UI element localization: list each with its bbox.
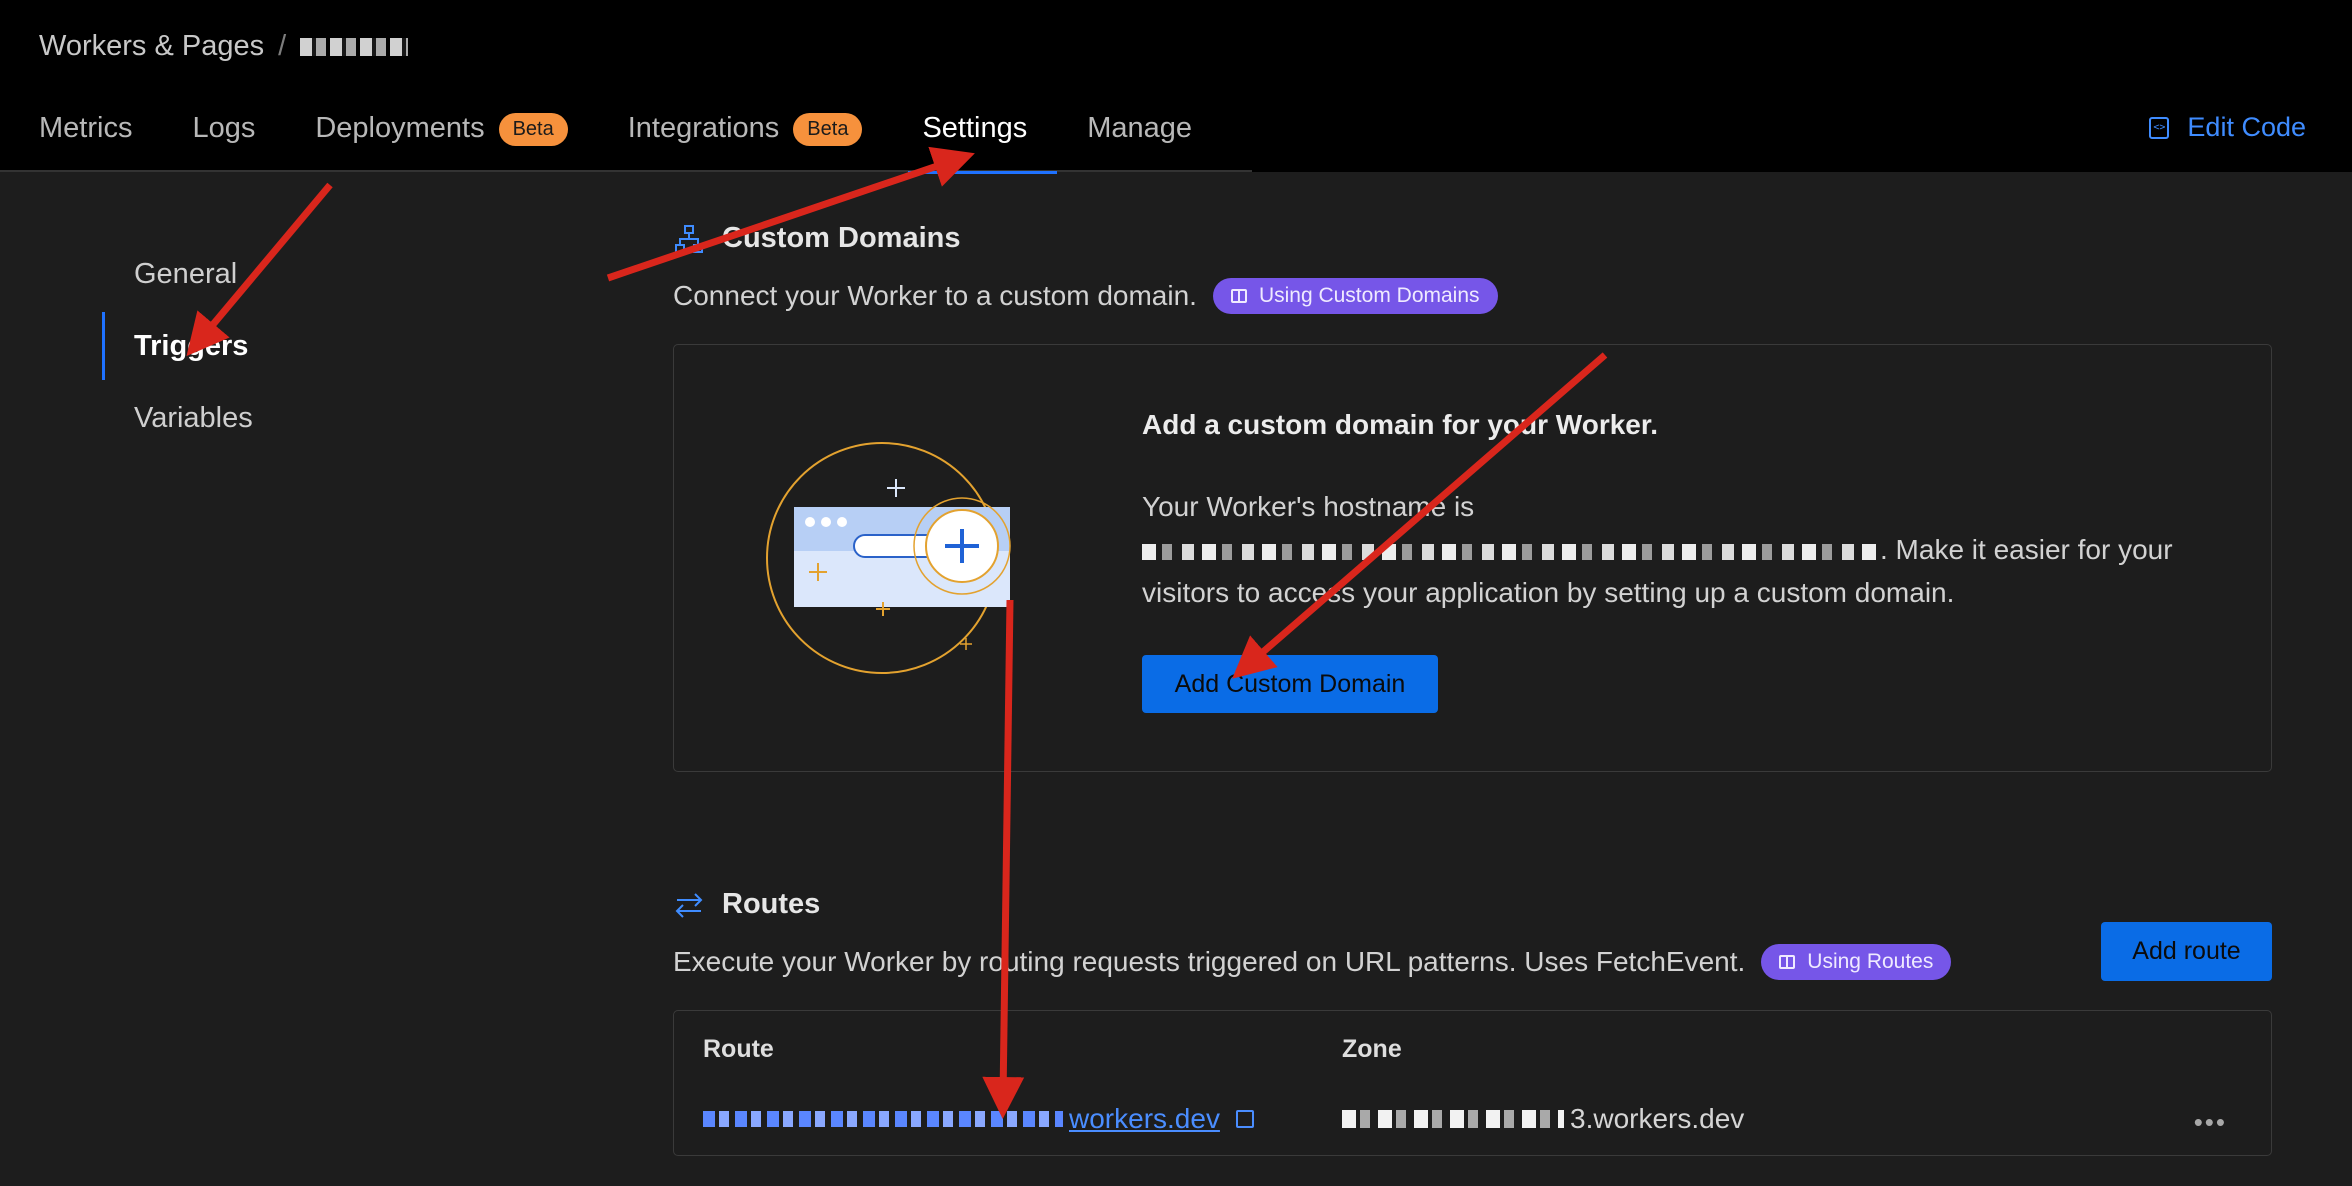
custom-domains-description: Connect your Worker to a custom domain. … <box>673 278 1498 314</box>
using-custom-domains-link[interactable]: Using Custom Domains <box>1212 278 1498 314</box>
custom-domain-illustration <box>766 442 1011 674</box>
column-header-route: Route <box>703 1035 774 1063</box>
route-link[interactable]: workers.dev <box>1069 1103 1220 1135</box>
book-icon <box>1779 955 1796 969</box>
beta-badge: Beta <box>498 113 568 146</box>
external-link-icon[interactable] <box>1235 1110 1254 1128</box>
tab-deployments[interactable]: Deployments Beta <box>285 100 597 172</box>
column-header-zone: Zone <box>1342 1035 1402 1063</box>
worker-name-redacted <box>300 37 409 56</box>
more-options-icon[interactable]: ••• <box>2194 1107 2227 1138</box>
swap-arrows-icon <box>675 892 703 918</box>
tab-logs[interactable]: Logs <box>162 100 285 172</box>
card-title: Add a custom domain for your Worker. <box>1142 409 1659 440</box>
breadcrumb: Workers & Pages / <box>39 30 409 63</box>
sidebar-item-triggers[interactable]: Triggers <box>102 310 285 382</box>
route-cell: workers.dev <box>703 1103 1254 1135</box>
sidebar-item-general[interactable]: General <box>102 238 285 310</box>
breadcrumb-root[interactable]: Workers & Pages <box>39 30 264 63</box>
tab-settings[interactable]: Settings <box>892 100 1058 174</box>
tab-bar: Metrics Logs Deployments Beta Integratio… <box>0 100 1252 174</box>
book-icon <box>1230 289 1247 303</box>
top-bar: Workers & Pages / Metrics Logs Deploymen… <box>0 0 2352 174</box>
beta-badge: Beta <box>793 113 863 146</box>
tab-manage[interactable]: Manage <box>1057 100 1222 172</box>
tab-metrics[interactable]: Metrics <box>0 100 162 172</box>
custom-domains-title: Custom Domains <box>674 222 960 255</box>
arrow-to-settings <box>606 146 975 282</box>
sidebar-item-variables[interactable]: Variables <box>102 382 285 454</box>
routes-table: Route Zone workers.dev 3.workers.dev ••• <box>673 1010 2272 1156</box>
add-route-button[interactable]: Add route <box>2101 922 2272 981</box>
routes-title: Routes <box>674 888 820 921</box>
breadcrumb-separator: / <box>278 30 287 62</box>
sitemap-icon <box>675 224 703 253</box>
code-icon: <> <box>2149 116 2170 139</box>
edit-code-link[interactable]: <> Edit Code <box>2149 112 2306 143</box>
settings-sidebar: General Triggers Variables <box>102 238 285 454</box>
card-body: Your Worker's hostname is . Make it easi… <box>1142 491 2173 608</box>
using-routes-link[interactable]: Using Routes <box>1761 944 1952 980</box>
zone-cell: 3.workers.dev <box>1342 1103 1744 1135</box>
routes-description: Execute your Worker by routing requests … <box>673 944 1952 980</box>
zone-redacted <box>1342 1110 1564 1128</box>
custom-domain-card: Add a custom domain for your Worker. You… <box>673 344 2272 772</box>
route-redacted <box>703 1111 1063 1127</box>
hostname-redacted <box>1142 543 1880 560</box>
tab-integrations[interactable]: Integrations Beta <box>598 100 893 172</box>
add-custom-domain-button[interactable]: Add Custom Domain <box>1142 655 1438 713</box>
